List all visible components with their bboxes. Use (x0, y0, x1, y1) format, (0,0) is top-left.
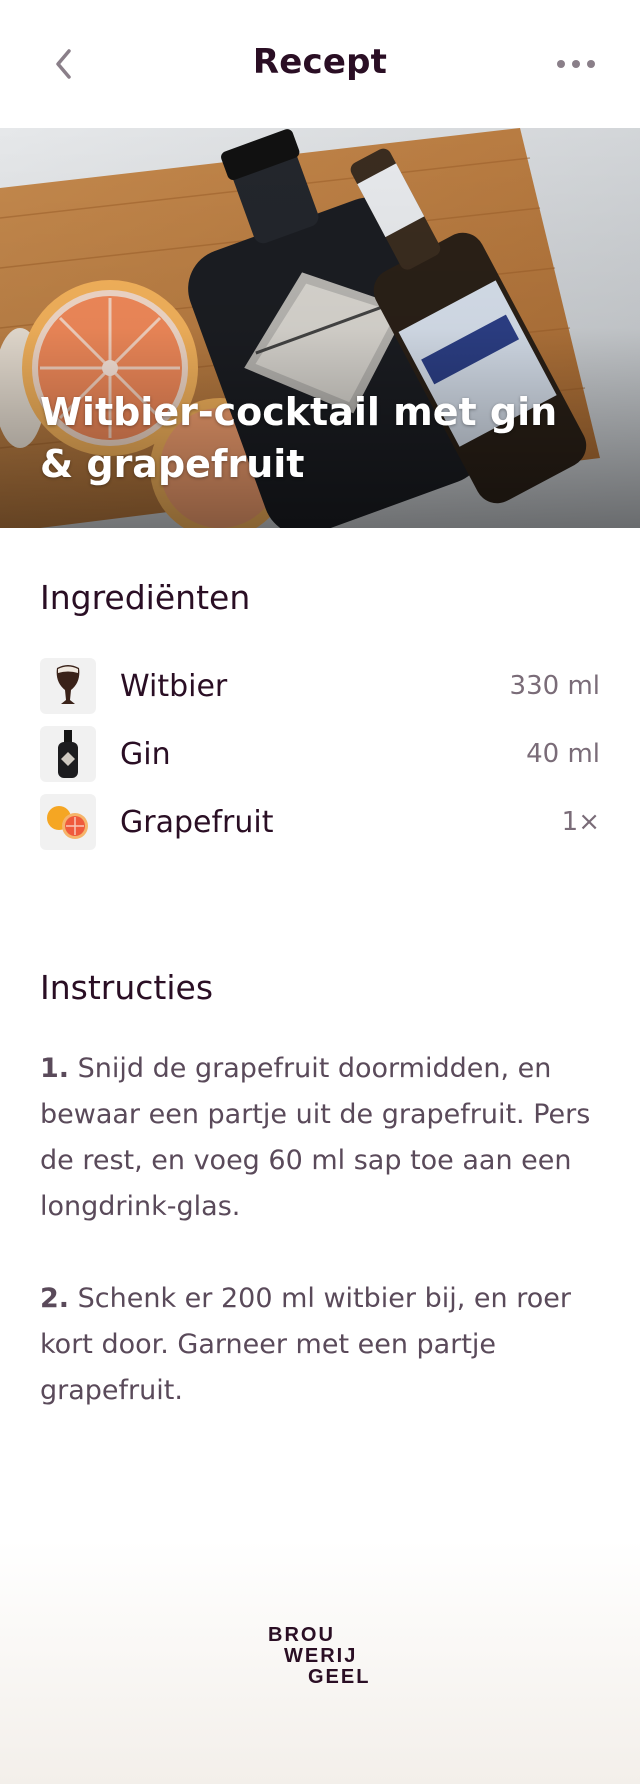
top-bar: Recept (0, 0, 640, 128)
instructions-list: 1. Snijd de grapefruit doormidden, en be… (40, 1046, 600, 1460)
step-number: 2. (40, 1283, 70, 1314)
brand-logo: BROU WERIJ GEEL (268, 1625, 388, 1695)
gin-bottle-icon (58, 730, 78, 778)
ingredient-name: Grapefruit (120, 804, 274, 840)
page-title: Recept (252, 42, 388, 82)
ingredient-name: Gin (120, 736, 171, 772)
list-item: Grapefruit 1× (40, 788, 600, 856)
step-text: Snijd de grapefruit doormidden, en bewaa… (40, 1053, 591, 1222)
grapefruit-icon (47, 806, 88, 839)
beer-glass-icon (56, 665, 80, 704)
ingredient-name: Witbier (120, 668, 228, 704)
step-text: Schenk er 200 ml witbier bij, en roer ko… (40, 1283, 571, 1406)
ingredient-thumbnail (40, 658, 96, 714)
more-horizontal-icon (557, 60, 595, 68)
step-number: 1. (40, 1053, 70, 1084)
ingredient-amount: 40 ml (526, 739, 600, 769)
more-button[interactable] (548, 40, 604, 88)
logo-line: WERIJ (284, 1645, 358, 1667)
ingredient-thumbnail (40, 794, 96, 850)
instruction-step: 1. Snijd de grapefruit doormidden, en be… (40, 1046, 600, 1230)
logo-line: BROU (268, 1624, 335, 1646)
instruction-step: 2. Schenk er 200 ml witbier bij, en roer… (40, 1276, 600, 1414)
ingredient-amount: 330 ml (509, 671, 600, 701)
ingredients-list: Witbier 330 ml Gin 40 ml Grapefruit 1× (40, 652, 600, 856)
ingredient-thumbnail (40, 726, 96, 782)
instructions-heading: Instructies (40, 968, 214, 1007)
list-item: Witbier 330 ml (40, 652, 600, 720)
logo-line: GEEL (308, 1666, 371, 1688)
hero-image: Witbier-cocktail met gin & grapefruit (0, 128, 640, 528)
recipe-title: Witbier-cocktail met gin & grapefruit (40, 390, 558, 486)
ingredients-heading: Ingrediënten (40, 578, 251, 617)
ingredient-amount: 1× (561, 807, 600, 837)
list-item: Gin 40 ml (40, 720, 600, 788)
